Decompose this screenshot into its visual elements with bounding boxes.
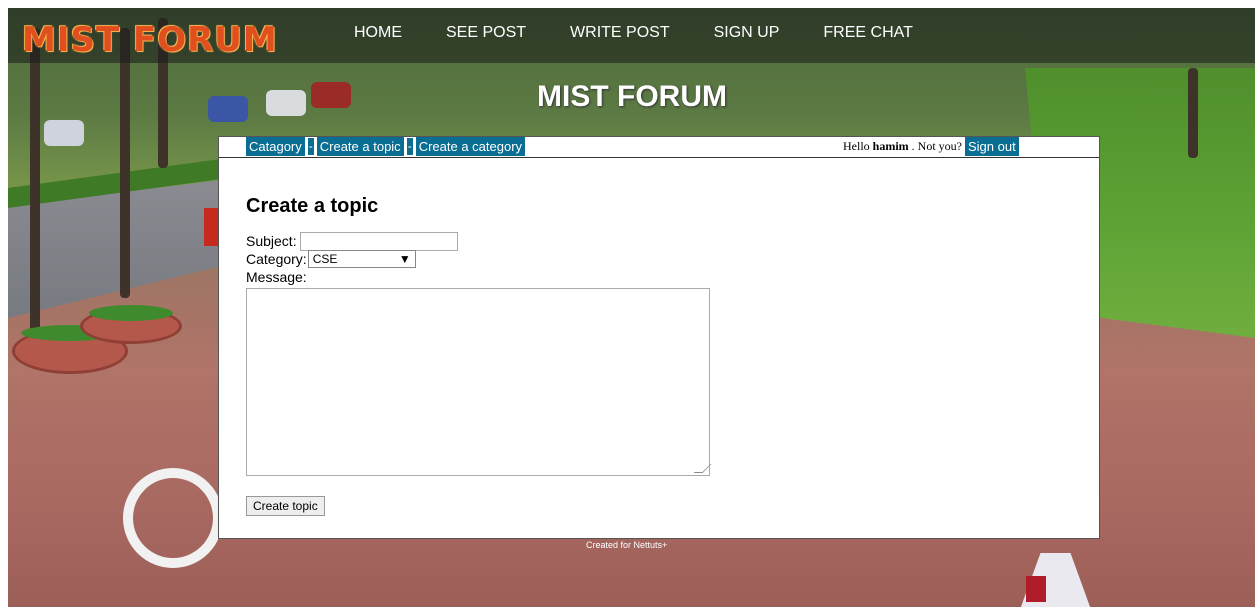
parked-car	[44, 120, 84, 146]
category-label: Category:	[246, 251, 307, 267]
category-selected-value: CSE	[312, 252, 338, 266]
subject-row: Subject:	[246, 231, 710, 251]
nav-sign-up[interactable]: SIGN UP	[714, 24, 780, 42]
footer-credit: Created for Nettuts+	[586, 540, 668, 550]
username: hamim	[872, 139, 909, 153]
parked-car	[208, 96, 248, 122]
planter	[80, 305, 182, 344]
ground-ring	[123, 468, 223, 568]
tree-trunk	[30, 28, 40, 338]
nav-see-post[interactable]: SEE POST	[446, 24, 526, 42]
nav-home[interactable]: HOME	[354, 24, 402, 42]
user-bar: Hello hamim . Not you? Sign out	[843, 137, 1019, 156]
menu-create-category-link[interactable]: Create a category	[415, 137, 526, 156]
tree-trunk	[120, 28, 130, 298]
content-panel: Catagory - Create a topic - Create a cat…	[218, 136, 1100, 539]
main-nav: HOME SEE POST WRITE POST SIGN UP FREE CH…	[354, 24, 957, 42]
caret-down-icon: ▼	[398, 252, 411, 266]
message-textarea[interactable]	[246, 288, 712, 476]
category-row: Category: CSE ▼	[246, 250, 710, 268]
menu-separator: -	[307, 138, 314, 155]
top-navigation-bar: MIST FORUM HOME SEE POST WRITE POST SIGN…	[8, 8, 1255, 63]
sign-out-link[interactable]: Sign out	[965, 137, 1019, 156]
resize-grip-icon[interactable]	[693, 464, 712, 473]
category-select[interactable]: CSE ▼	[307, 250, 416, 268]
bag	[1026, 576, 1046, 602]
site-logo[interactable]: MIST FORUM	[22, 20, 278, 60]
tree-trunk	[1188, 68, 1198, 158]
menu-category-link[interactable]: Catagory	[246, 137, 305, 156]
site-heading: MIST FORUM	[537, 80, 727, 113]
not-you-text: . Not you?	[911, 139, 962, 153]
forum-menu: Catagory - Create a topic - Create a cat…	[246, 137, 526, 156]
parked-car	[311, 82, 351, 108]
menu-separator: -	[406, 138, 413, 155]
menu-create-topic-link[interactable]: Create a topic	[316, 137, 404, 156]
create-topic-button[interactable]: Create topic	[246, 496, 325, 516]
parked-car	[266, 90, 306, 116]
greeting-text: Hello	[843, 139, 870, 153]
message-row: Message:	[246, 268, 710, 286]
forum-menubar: Catagory - Create a topic - Create a cat…	[219, 137, 1099, 158]
message-label: Message:	[246, 269, 307, 285]
nav-free-chat[interactable]: FREE CHAT	[823, 24, 912, 42]
create-topic-form: Create a topic Subject: Category: CSE ▼ …	[246, 195, 712, 516]
subject-input[interactable]	[299, 231, 458, 251]
page-title: Create a topic	[246, 195, 379, 217]
nav-write-post[interactable]: WRITE POST	[570, 24, 670, 42]
subject-label: Subject:	[246, 233, 297, 249]
